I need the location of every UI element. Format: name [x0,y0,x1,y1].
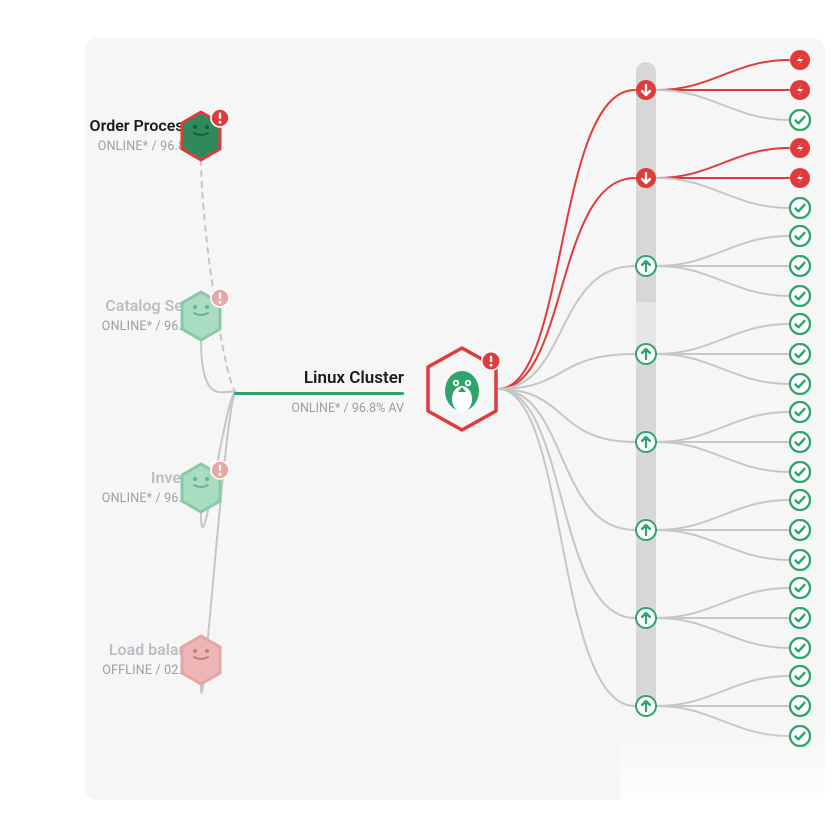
alert-icon [481,351,501,371]
center-label: Linux Cluster ONLINE* / 96.8% AV [234,368,404,416]
hub-up-icon[interactable] [635,695,657,717]
check-icon[interactable] [789,431,811,453]
check-icon[interactable] [789,725,811,747]
check-icon[interactable] [789,577,811,599]
check-icon[interactable] [789,695,811,717]
check-icon[interactable] [789,401,811,423]
check-icon[interactable] [789,461,811,483]
check-icon[interactable] [789,519,811,541]
hub-up-icon[interactable] [635,255,657,277]
hub-down-icon[interactable] [635,79,657,101]
check-icon[interactable] [789,255,811,277]
bolt-icon[interactable] [789,167,811,189]
alert-icon [210,460,230,480]
hub-up-icon[interactable] [635,343,657,365]
alert-icon [210,288,230,308]
hub-up-icon[interactable] [635,431,657,453]
center-node[interactable] [423,345,501,437]
center-underline [234,392,404,395]
check-icon[interactable] [789,285,811,307]
node-rail-thumb[interactable] [636,302,656,346]
center-status: ONLINE* / 96.8% AV [234,401,404,416]
hub-down-icon[interactable] [635,167,657,189]
check-icon[interactable] [789,225,811,247]
check-icon[interactable] [789,607,811,629]
check-icon[interactable] [789,197,811,219]
hub-up-icon[interactable] [635,607,657,629]
alert-icon [210,108,230,128]
check-icon[interactable] [789,343,811,365]
bolt-icon[interactable] [789,137,811,159]
bolt-icon[interactable] [789,79,811,101]
check-icon[interactable] [789,489,811,511]
center-title: Linux Cluster [234,368,404,388]
service-node-load[interactable] [178,634,222,684]
bolt-icon[interactable] [789,49,811,71]
check-icon[interactable] [789,109,811,131]
check-icon[interactable] [789,313,811,335]
check-icon[interactable] [789,373,811,395]
check-icon[interactable] [789,665,811,687]
hub-up-icon[interactable] [635,519,657,541]
check-icon[interactable] [789,549,811,571]
check-icon[interactable] [789,637,811,659]
